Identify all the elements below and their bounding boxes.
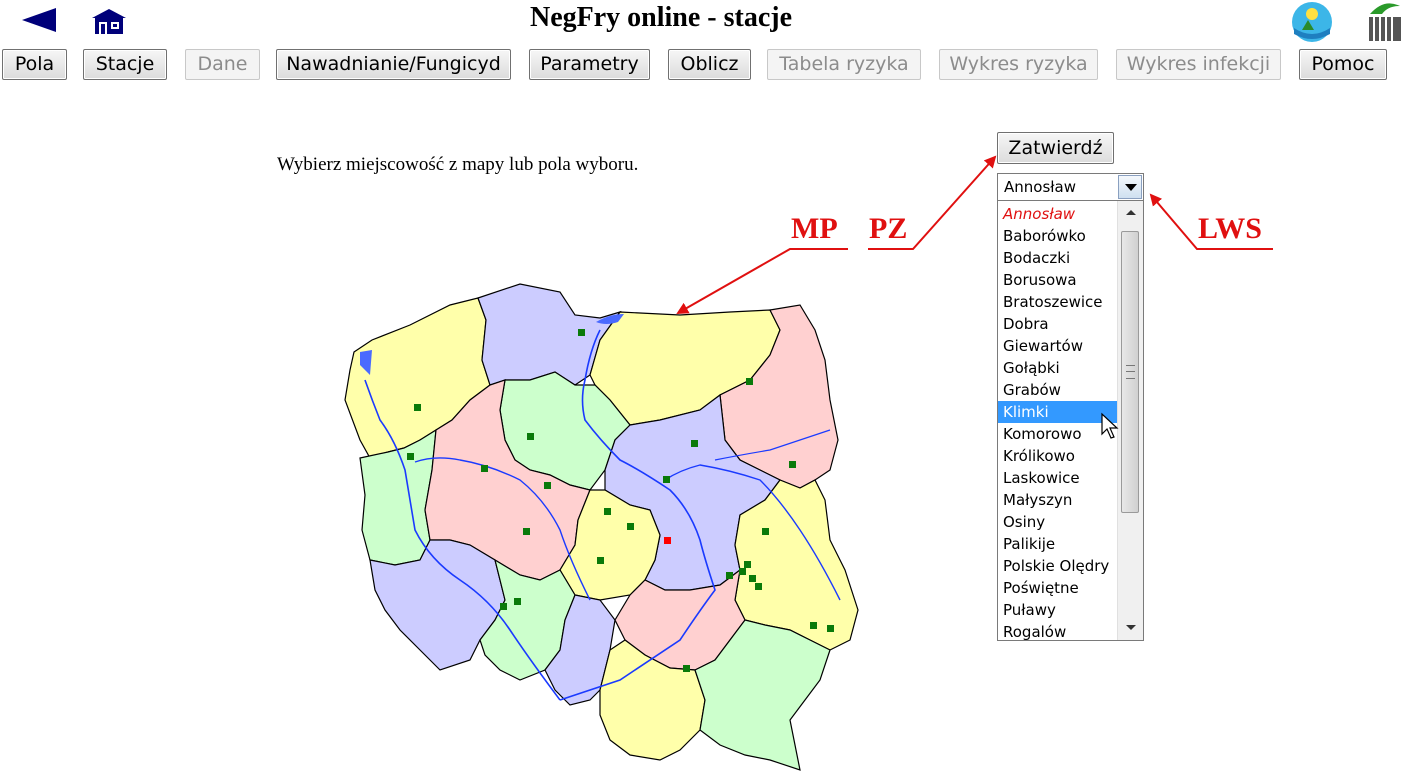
annotation-label-pz: PZ — [869, 212, 908, 245]
annotation-label-lws: LWS — [1198, 212, 1262, 245]
annotation-overlay — [676, 155, 1273, 314]
annotation-label-mp: MP — [791, 212, 838, 245]
annotation-arrow-mp — [676, 248, 848, 314]
